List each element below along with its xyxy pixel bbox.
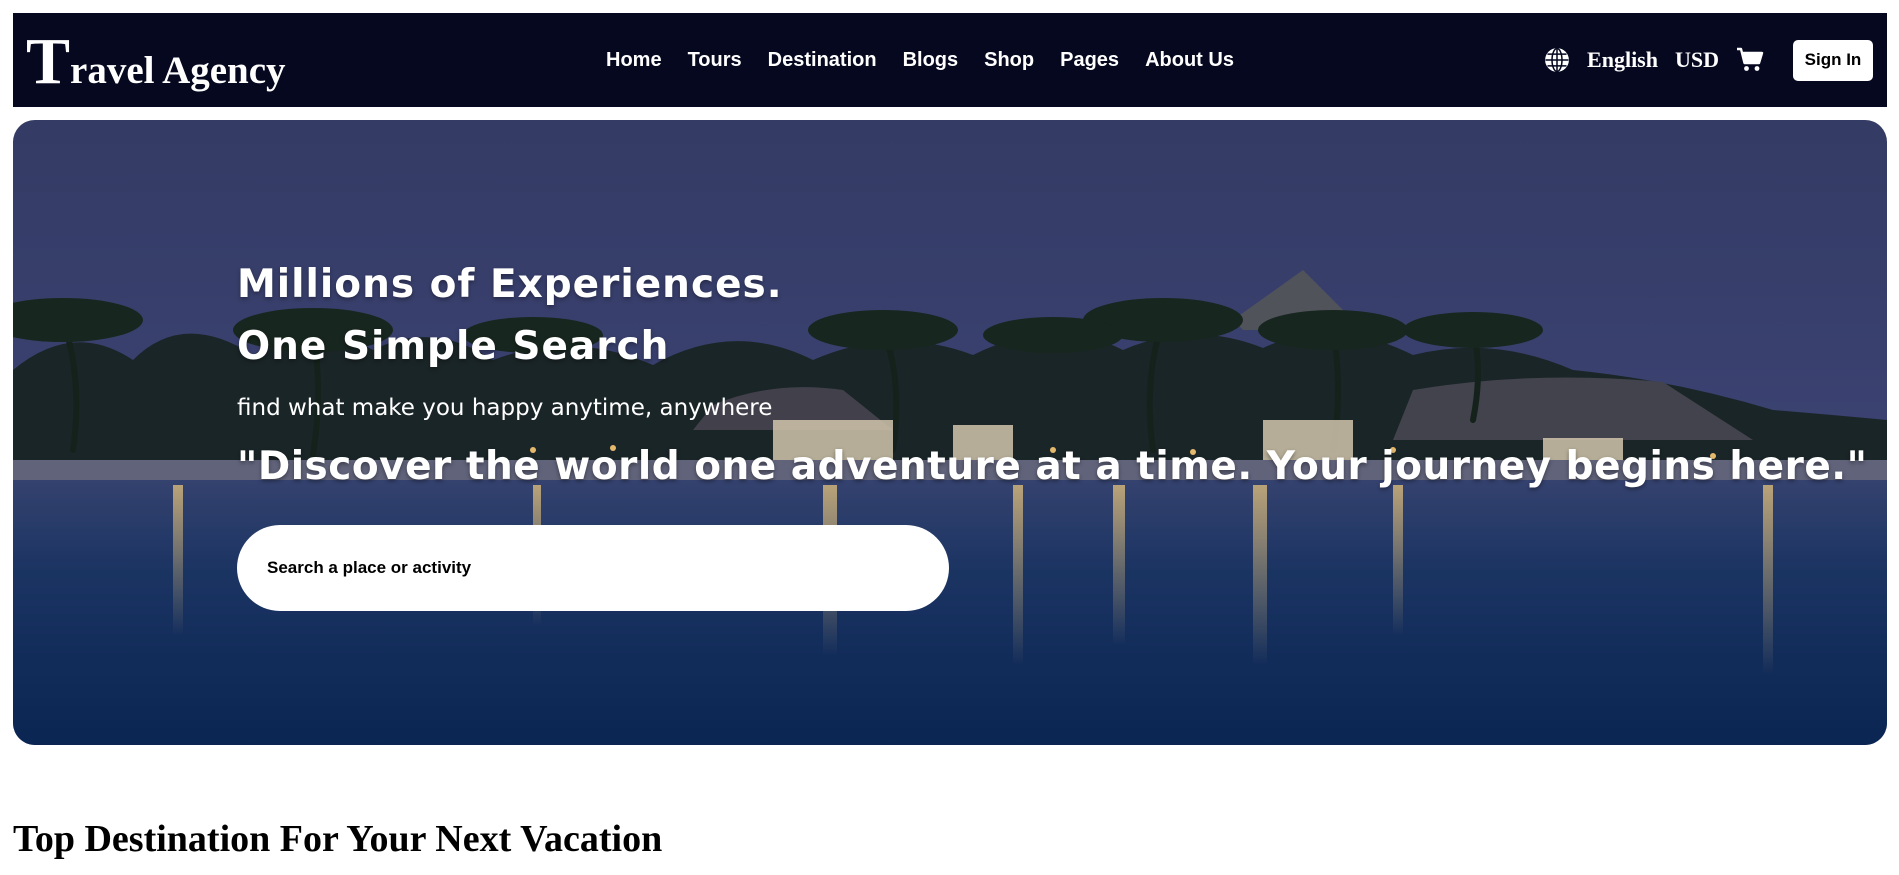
logo-text: ravel Agency <box>70 49 286 92</box>
nav-link-destination[interactable]: Destination <box>768 49 877 72</box>
hero-subtitle: find what make you happy anytime, anywhe… <box>237 395 773 421</box>
nav-link-tours[interactable]: Tours <box>688 49 742 72</box>
hero-search-box <box>237 525 949 611</box>
nav-link-shop[interactable]: Shop <box>984 49 1034 72</box>
nav-link-pages[interactable]: Pages <box>1060 49 1119 72</box>
nav-link-home[interactable]: Home <box>606 49 662 72</box>
hero-quote: "Discover the world one adventure at a t… <box>237 444 1868 489</box>
hero-banner: Millions of Experiences. One Simple Sear… <box>13 120 1887 745</box>
top-navbar: Travel Agency Home Tours Destination Blo… <box>13 13 1887 107</box>
top-destinations-heading: Top Destination For Your Next Vacation <box>13 818 663 860</box>
resort-night-background-image <box>13 120 1887 745</box>
site-logo[interactable]: Travel Agency <box>26 29 286 102</box>
hero-title-line-2: One Simple Search <box>237 324 670 369</box>
main-nav: Home Tours Destination Blogs Shop Pages … <box>606 13 1234 107</box>
search-input[interactable] <box>267 525 907 611</box>
cart-icon[interactable] <box>1736 47 1764 73</box>
hero-title-line-1: Millions of Experiences. <box>237 262 783 307</box>
globe-icon[interactable] <box>1544 47 1570 73</box>
sign-in-button[interactable]: Sign In <box>1793 39 1873 81</box>
language-selector[interactable]: English <box>1587 47 1658 73</box>
nav-link-blogs[interactable]: Blogs <box>903 49 959 72</box>
logo-initial: T <box>26 25 71 98</box>
nav-right-group: English USD Sign In <box>1544 13 1873 107</box>
nav-link-about-us[interactable]: About Us <box>1145 49 1234 72</box>
currency-selector[interactable]: USD <box>1675 47 1719 73</box>
